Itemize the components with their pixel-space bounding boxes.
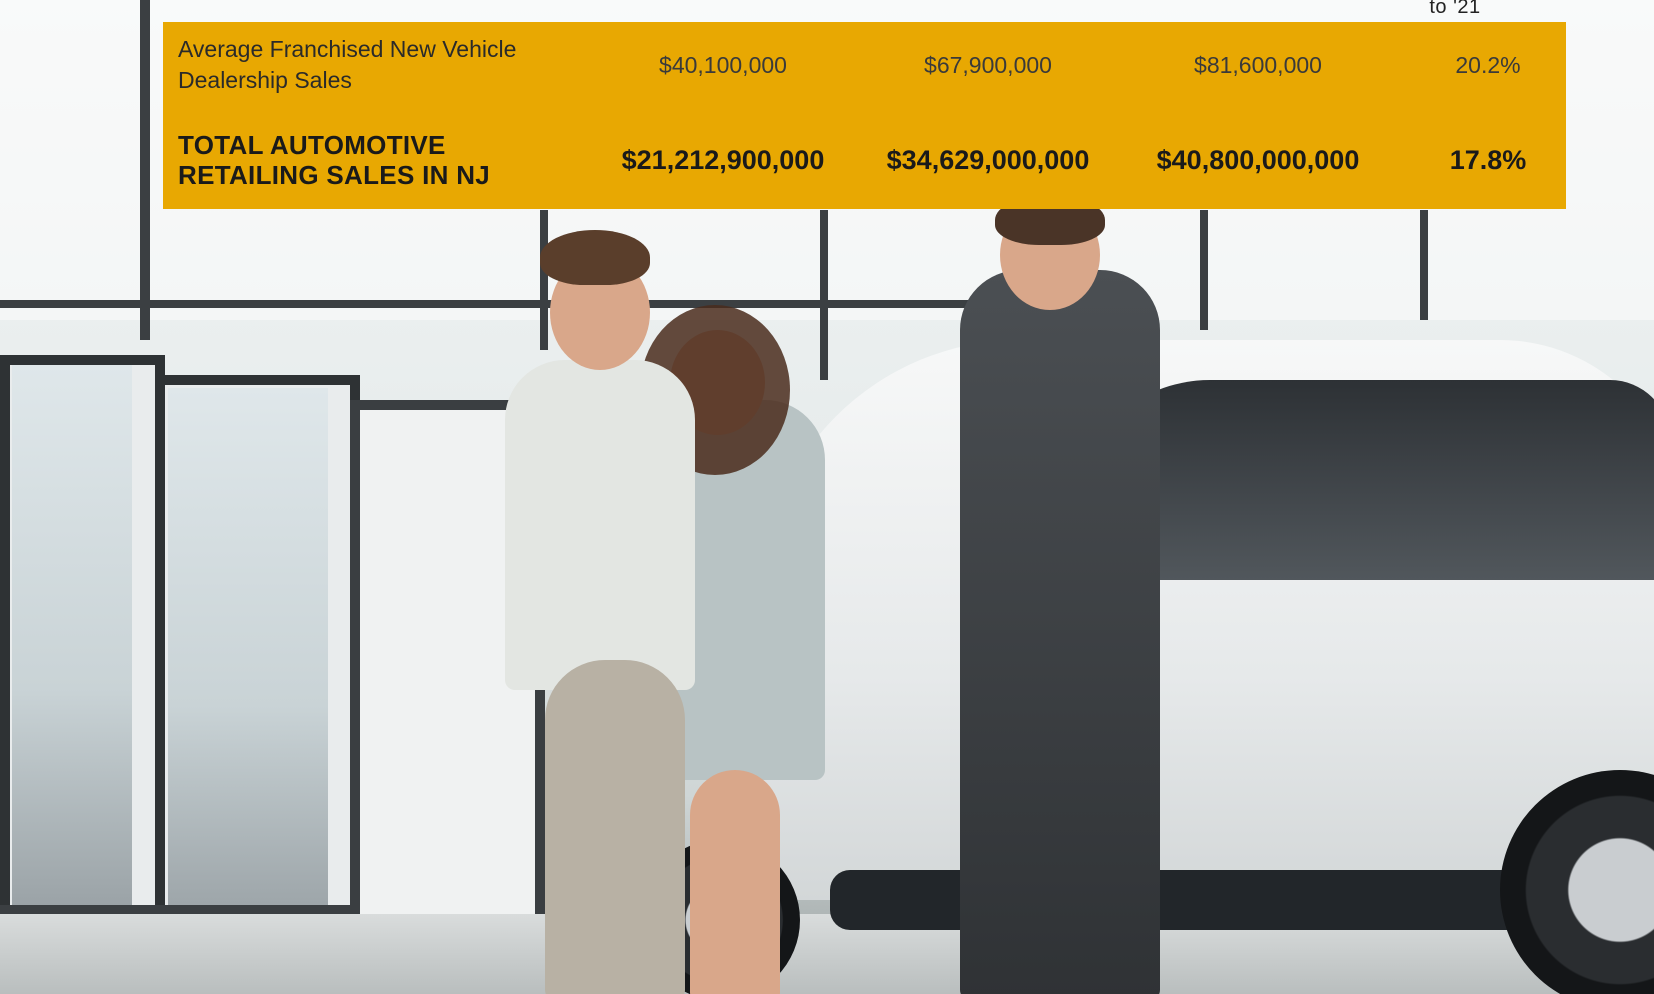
table-row: Average Franchised New Vehicle Dealershi… [163, 36, 1566, 94]
table-cell: $67,900,000 [924, 51, 1052, 78]
table-cell: $40,800,000,000 [1156, 144, 1360, 175]
table-cell: $81,600,000 [1194, 51, 1322, 78]
sales-stats-table: Average Franchised New Vehicle Dealershi… [163, 22, 1566, 209]
row-label: Average Franchised New Vehicle Dealershi… [178, 36, 517, 93]
table-cell: 20.2% [1455, 51, 1521, 78]
table-cell: 17.8% [1449, 144, 1527, 175]
row-label: TOTAL AUTOMOTIVE RETAILING SALES IN NJ [178, 130, 491, 190]
table-cell: $40,100,000 [659, 51, 787, 78]
table-cell: $21,212,900,000 [621, 144, 825, 175]
column-header-partial: to '21 [1429, 0, 1481, 18]
table-cell: $34,629,000,000 [886, 144, 1090, 175]
table-row-total: TOTAL AUTOMOTIVE RETAILING SALES IN NJ $… [163, 130, 1566, 190]
